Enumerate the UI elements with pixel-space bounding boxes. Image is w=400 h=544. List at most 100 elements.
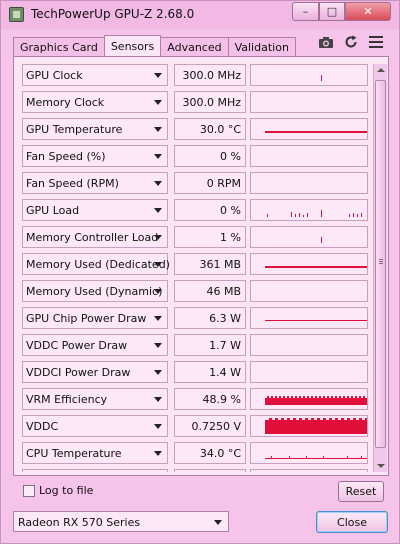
grip-icon xyxy=(379,259,383,260)
scroll-down-arrow-icon[interactable] xyxy=(377,464,385,468)
sensor-graph[interactable] xyxy=(250,361,368,383)
chevron-down-icon xyxy=(154,127,162,132)
chevron-down-icon xyxy=(154,370,162,375)
sensor-graph[interactable] xyxy=(250,64,368,86)
sensor-graph[interactable] xyxy=(250,145,368,167)
sensor-value-box: 1.7 W xyxy=(174,334,246,356)
minimize-button[interactable]: – xyxy=(292,2,319,21)
log-to-file-checkbox[interactable] xyxy=(23,485,35,497)
sensor-value-box: 300.0 MHz xyxy=(174,91,246,113)
sensor-name: GPU Clock xyxy=(26,69,83,82)
sensor-graph[interactable] xyxy=(250,118,368,140)
sensor-name-dropdown[interactable]: Fan Speed (RPM) xyxy=(22,172,168,194)
sensor-name-dropdown[interactable]: Memory Used (Dedicated) xyxy=(22,253,170,275)
sensor-row: GPU Temperature 30.0 °C xyxy=(20,118,372,142)
sensor-row: Fan Speed (%) 0 % xyxy=(20,145,372,169)
sensor-graph[interactable] xyxy=(250,172,368,194)
chevron-down-icon xyxy=(154,100,162,105)
sensor-name: VDDC xyxy=(26,420,59,433)
sensor-value-box: 0.7250 V xyxy=(174,415,246,437)
gpu-select-dropdown[interactable]: Radeon RX 570 Series xyxy=(13,511,229,532)
sensor-graph[interactable] xyxy=(250,388,368,410)
sensor-name-dropdown[interactable]: Fan Speed (%) xyxy=(22,145,168,167)
sensor-value: 1.7 W xyxy=(209,339,241,352)
camera-icon[interactable] xyxy=(317,34,335,50)
sensor-row: GPU Clock 300.0 MHz xyxy=(20,64,372,88)
sensor-name: VRM Efficiency xyxy=(26,393,108,406)
sensor-name-dropdown[interactable]: CPU Temperature xyxy=(22,442,168,464)
sensor-name-dropdown[interactable]: GPU Temperature xyxy=(22,118,168,140)
chevron-down-icon xyxy=(154,154,162,159)
sensor-graph[interactable] xyxy=(250,334,368,356)
sensor-value-box: 2471 MB xyxy=(174,469,246,472)
sensor-name-dropdown[interactable]: VRM Efficiency xyxy=(22,388,168,410)
sensor-name: Memory Used (Dedicated) xyxy=(26,258,170,271)
tab-validation[interactable]: Validation xyxy=(227,37,296,56)
sensor-row: System Memory Used 2471 MB xyxy=(20,469,372,472)
tab-sensors[interactable]: Sensors xyxy=(103,35,162,56)
sensor-value: 30.0 °C xyxy=(199,123,241,136)
sensor-graph[interactable] xyxy=(250,415,368,437)
sensor-name: Memory Used (Dynamic) xyxy=(26,285,163,298)
sensor-name: Memory Controller Load xyxy=(26,231,159,244)
sensor-name: VDDCI Power Draw xyxy=(26,366,131,379)
sensor-row: Memory Clock 300.0 MHz xyxy=(20,91,372,115)
sensor-row: Memory Controller Load 1 % xyxy=(20,226,372,250)
sensor-value: 361 MB xyxy=(199,258,241,271)
sensor-name-dropdown[interactable]: VDDC Power Draw xyxy=(22,334,168,356)
window-title: TechPowerUp GPU-Z 2.68.0 xyxy=(31,7,195,21)
maximize-button[interactable]: □ xyxy=(319,2,345,21)
sensor-name-dropdown[interactable]: GPU Chip Power Draw xyxy=(22,307,168,329)
sensor-name-dropdown[interactable]: System Memory Used xyxy=(22,469,168,472)
chevron-down-icon xyxy=(154,424,162,429)
sensor-name-dropdown[interactable]: GPU Load xyxy=(22,199,168,221)
sensor-name-dropdown[interactable]: GPU Clock xyxy=(22,64,168,86)
sensor-name: VDDC Power Draw xyxy=(26,339,128,352)
sensor-value-box: 0 % xyxy=(174,199,246,221)
sensor-value-box: 361 MB xyxy=(174,253,246,275)
sensor-graph[interactable] xyxy=(250,91,368,113)
log-to-file-label[interactable]: Log to file xyxy=(39,484,93,497)
sensor-value-box: 1.4 W xyxy=(174,361,246,383)
close-button[interactable]: Close xyxy=(316,511,388,533)
sensor-graph[interactable] xyxy=(250,442,368,464)
sensor-value-box: 0 RPM xyxy=(174,172,246,194)
sensor-name-dropdown[interactable]: Memory Used (Dynamic) xyxy=(22,280,168,302)
tab-graphics-card[interactable]: Graphics Card xyxy=(13,37,105,56)
sensor-value: 48.9 % xyxy=(202,393,241,406)
reset-button[interactable]: Reset xyxy=(338,481,384,502)
sensor-name-dropdown[interactable]: Memory Clock xyxy=(22,91,168,113)
sensor-graph[interactable] xyxy=(250,199,368,221)
sensor-graph[interactable] xyxy=(250,469,368,472)
sensor-name: Memory Clock xyxy=(26,96,105,109)
sensor-row: Memory Used (Dedicated) 361 MB xyxy=(20,253,372,277)
scrollbar-thumb[interactable] xyxy=(375,80,386,448)
sensor-value: 300.0 MHz xyxy=(182,96,241,109)
sensor-name-dropdown[interactable]: Memory Controller Load xyxy=(22,226,168,248)
sensor-value: 46 MB xyxy=(206,285,241,298)
gpu-z-app-icon xyxy=(9,7,24,22)
sensor-value: 1.4 W xyxy=(209,366,241,379)
title-bar[interactable]: TechPowerUp GPU-Z 2.68.0 – □ ✕ xyxy=(1,1,399,29)
close-window-button[interactable]: ✕ xyxy=(345,2,391,21)
sensor-row: CPU Temperature 34.0 °C xyxy=(20,442,372,466)
sensor-name-dropdown[interactable]: VDDC xyxy=(22,415,168,437)
sensors-panel: GPU Clock 300.0 MHz Memory Clock 300.0 MHz G… xyxy=(13,56,389,476)
chevron-down-icon xyxy=(154,181,162,186)
sensor-graph[interactable] xyxy=(250,253,368,275)
scroll-up-arrow-icon[interactable] xyxy=(377,68,385,72)
sensor-name: GPU Load xyxy=(26,204,80,217)
sensor-value-box: 1 % xyxy=(174,226,246,248)
sensor-list-scrollbar[interactable] xyxy=(373,64,387,472)
sensor-value-box: 0 % xyxy=(174,145,246,167)
sensor-name-dropdown[interactable]: VDDCI Power Draw xyxy=(22,361,168,383)
refresh-icon[interactable] xyxy=(342,34,360,50)
sensor-value: 1 % xyxy=(220,231,241,244)
sensor-graph[interactable] xyxy=(250,280,368,302)
tab-advanced[interactable]: Advanced xyxy=(160,37,229,56)
sensor-graph[interactable] xyxy=(250,226,368,248)
sensor-name: CPU Temperature xyxy=(26,447,122,460)
menu-icon[interactable] xyxy=(367,34,385,50)
sensor-graph[interactable] xyxy=(250,307,368,329)
gpu-select-value: Radeon RX 570 Series xyxy=(18,516,141,529)
